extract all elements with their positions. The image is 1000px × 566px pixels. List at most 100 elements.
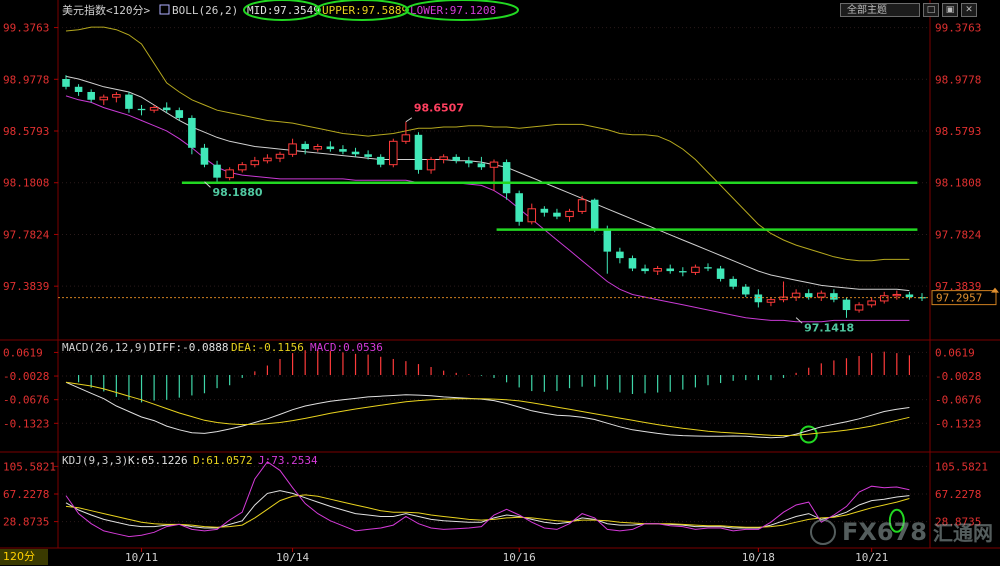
- boll-upper-label: UPPER:97.5889: [322, 4, 408, 17]
- candle-body-down: [213, 164, 221, 178]
- candle-body-up: [892, 293, 902, 297]
- price-annotation: 97.1418: [804, 322, 854, 335]
- candle-body-down: [162, 107, 171, 111]
- kdj-k-label: K:65.1226: [128, 454, 188, 467]
- price-annotation: 98.1880: [212, 186, 262, 199]
- candle-body-down: [175, 110, 184, 118]
- boll-mid-label: MID:97.3549: [247, 4, 320, 17]
- period-selector[interactable]: 120分: [0, 549, 48, 565]
- theme-select[interactable]: 全部主题: [840, 3, 920, 17]
- y-tick-left: -0.1323: [3, 417, 49, 430]
- candle-body-down: [376, 156, 385, 165]
- y-tick-left: 28.8735: [3, 516, 49, 529]
- candle-body-down: [590, 199, 599, 230]
- watermark: FX678 汇通网: [810, 517, 993, 546]
- y-tick-left: 105.5821: [3, 460, 56, 473]
- candle-body-down: [326, 146, 335, 150]
- y-tick-right: 105.5821: [935, 460, 988, 473]
- kdj-label: KDJ(9,3,3): [62, 454, 128, 467]
- macd-value-label: MACD:0.0536: [310, 341, 383, 354]
- candle-body-up: [766, 299, 776, 303]
- y-tick-left: 98.9778: [3, 73, 49, 86]
- candle-body-up: [237, 164, 247, 171]
- candle-body-down: [540, 208, 549, 213]
- candle-body-down: [603, 229, 612, 252]
- candle-body-down: [301, 143, 309, 150]
- candle-body-down: [905, 294, 914, 298]
- candle-body-down: [87, 91, 95, 100]
- macd-diff-label: DIFF:-0.0888: [149, 341, 228, 354]
- candle-body-down: [200, 147, 209, 165]
- brand-logo-icon: [810, 518, 836, 545]
- y-tick-right: 97.3839: [935, 280, 981, 293]
- candle-body-down: [364, 154, 372, 157]
- candle-body-up: [149, 107, 159, 111]
- candle-body-down: [729, 278, 737, 287]
- last-price-label: 97.2957: [936, 292, 982, 305]
- candle-body-up: [389, 140, 398, 166]
- y-tick-right: 97.7824: [935, 228, 982, 241]
- candle-body-up: [225, 169, 234, 179]
- y-tick-right: 98.1808: [935, 177, 981, 190]
- candle-body-down: [452, 156, 461, 161]
- candle-body-up: [653, 268, 662, 272]
- candle-body-down: [502, 162, 511, 194]
- y-tick-right: -0.0676: [935, 394, 981, 407]
- candle-body-up: [565, 210, 574, 218]
- candle-body-down: [804, 293, 813, 298]
- watermark-cn: 汇通网: [933, 521, 993, 545]
- candle-body-down: [716, 268, 725, 279]
- chart-title: 美元指数<120分>: [62, 3, 150, 17]
- candle-body-up: [691, 266, 700, 273]
- candle-body-down: [339, 149, 347, 152]
- candle-body-up: [288, 143, 297, 155]
- window-restore-icon[interactable]: □: [923, 3, 939, 17]
- y-tick-right: 99.3763: [935, 22, 981, 35]
- chart-canvas[interactable]: 97.2957 98.6507 98.1880 97.1418 99.3763 99.3…: [0, 0, 1000, 566]
- candle-body-up: [99, 96, 109, 101]
- candle-body-down: [465, 160, 473, 164]
- main-panel: [0, 0, 1000, 566]
- candle-body-up: [879, 295, 889, 302]
- background: [0, 0, 1000, 566]
- candle-body-down: [616, 251, 624, 259]
- y-tick-left: 98.5793: [3, 125, 49, 138]
- candle-body-up: [854, 304, 864, 311]
- y-tick-left: 99.3763: [3, 22, 49, 35]
- y-tick-left: 97.3839: [3, 280, 49, 293]
- candle-body-down: [679, 271, 687, 273]
- candle-body-down: [830, 293, 838, 300]
- candle-body-up: [275, 153, 285, 159]
- candle-body-down: [351, 151, 360, 155]
- y-tick-left: 67.2278: [3, 488, 49, 501]
- boll-label: BOLL(26,2): [172, 4, 238, 17]
- window-maximize-icon[interactable]: ▣: [942, 3, 958, 17]
- x-tick-label: 10/16: [503, 551, 536, 564]
- candle-body-down: [515, 193, 523, 222]
- candle-body-down: [641, 268, 649, 272]
- candle-body-up: [313, 145, 323, 150]
- x-tick-label: 10/14: [276, 551, 309, 564]
- boll-lower-label: LOWER:97.1208: [410, 4, 496, 17]
- y-tick-right: -0.0028: [935, 370, 981, 383]
- x-tick-label: 10/18: [742, 551, 775, 564]
- candle-body-up: [527, 208, 537, 223]
- candle-body-down: [842, 299, 851, 311]
- candle-body-down: [628, 258, 637, 269]
- candle-body-up: [250, 160, 260, 166]
- candle-body-down: [414, 134, 423, 170]
- candle-body-down: [188, 117, 196, 148]
- y-tick-right: 67.2278: [935, 488, 981, 501]
- candle-body-down: [477, 163, 486, 168]
- close-icon[interactable]: ✕: [961, 3, 977, 17]
- candle-body-down: [741, 286, 750, 295]
- kdj-j-label: J:73.2534: [258, 454, 318, 467]
- x-tick-label: 10/21: [855, 551, 888, 564]
- y-tick-right: 98.5793: [935, 125, 981, 138]
- watermark-brand: FX678: [842, 517, 927, 546]
- candle-body-up: [112, 94, 121, 98]
- y-tick-left: 0.0619: [3, 346, 43, 359]
- candle-body-up: [817, 292, 826, 298]
- candle-body-down: [74, 86, 83, 92]
- kdj-d-label: D:61.0572: [193, 454, 253, 467]
